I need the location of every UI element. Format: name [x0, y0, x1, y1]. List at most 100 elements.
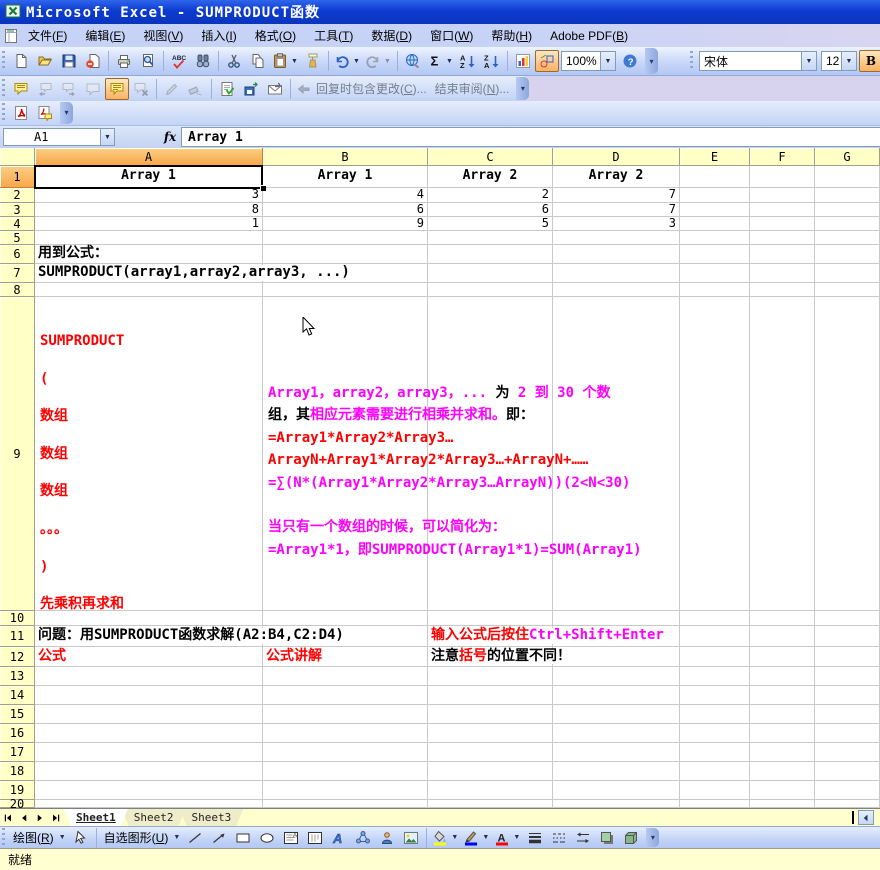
cell-A16[interactable] [35, 724, 263, 743]
cell-D17[interactable] [553, 743, 680, 762]
menu-item-window-menu[interactable]: 窗口(W) [421, 24, 482, 47]
row-header-4[interactable]: 4 [0, 217, 35, 231]
cell-C8[interactable] [428, 283, 553, 297]
line-color-button-dropdown-arrow[interactable]: ▼ [481, 834, 490, 841]
cell-D15[interactable] [553, 705, 680, 724]
fill-color-button-dropdown-arrow[interactable]: ▼ [450, 834, 459, 841]
cell-B10[interactable] [263, 611, 428, 626]
cell-B2[interactable]: 4 [263, 188, 428, 203]
cell-G19[interactable] [815, 781, 880, 800]
cell-B3[interactable]: 6 [263, 203, 428, 217]
cell-D18[interactable] [553, 762, 680, 781]
row-header-16[interactable]: 16 [0, 724, 35, 743]
cell-E11[interactable] [680, 626, 750, 647]
cell-F8[interactable] [750, 283, 815, 297]
cell-C12[interactable]: 注意括号的位置不同！ [428, 647, 553, 667]
row-header-18[interactable]: 18 [0, 762, 35, 781]
cell-A11[interactable]: 问题：用SUMPRODUCT函数求解(A2:B4,C2:D4) [35, 626, 263, 647]
reply-with-changes-button[interactable]: 回复时包含更改(C)... [294, 78, 431, 100]
ink-annotation-button[interactable] [160, 78, 184, 100]
paste-button-dropdown-arrow[interactable]: ▼ [290, 58, 299, 65]
row-header-10[interactable]: 10 [0, 611, 35, 626]
cut-button[interactable] [222, 50, 246, 72]
diagram-button[interactable] [351, 827, 375, 849]
name-box-dropdown[interactable]: ▼ [101, 128, 115, 146]
cell-G13[interactable] [815, 667, 880, 686]
tab-sheet2[interactable]: Sheet2 [122, 809, 186, 826]
cell-E5[interactable] [680, 231, 750, 245]
rectangle-button[interactable] [231, 827, 255, 849]
cell-G14[interactable] [815, 686, 880, 705]
cell-G4[interactable] [815, 217, 880, 231]
undo-button[interactable]: ▼ [332, 50, 363, 72]
menu-item-adobe-pdf[interactable]: Adobe PDF(B) [541, 26, 637, 46]
cell-A4[interactable]: 1 [35, 217, 263, 231]
cell-C6[interactable] [428, 245, 553, 264]
menu-item-tools[interactable]: 工具(T) [305, 24, 362, 47]
cell-C15[interactable] [428, 705, 553, 724]
cell-A6[interactable]: 用到公式： [35, 245, 263, 264]
format-painter-button[interactable] [301, 50, 325, 72]
menu-item-format[interactable]: 格式(O) [246, 24, 305, 47]
cell-F16[interactable] [750, 724, 815, 743]
vertical-text-box-button[interactable] [303, 827, 327, 849]
menu-item-view[interactable]: 视图(V) [134, 24, 192, 47]
cell-B4[interactable]: 9 [263, 217, 428, 231]
cell-E1[interactable] [680, 166, 750, 188]
cell-E4[interactable] [680, 217, 750, 231]
cell-E3[interactable] [680, 203, 750, 217]
toolbar-options-button[interactable]: ▾ [645, 48, 658, 74]
cell-C4[interactable]: 5 [428, 217, 553, 231]
cell-E14[interactable] [680, 686, 750, 705]
cell-B17[interactable] [263, 743, 428, 762]
cell-F20[interactable] [750, 800, 815, 808]
cell-A20[interactable] [35, 800, 263, 808]
row-header-9[interactable]: 9 [0, 297, 35, 611]
cell-E6[interactable] [680, 245, 750, 264]
cell-A7[interactable]: SUMPRODUCT(array1,array2,array3, ...) [35, 264, 263, 283]
cell-C14[interactable] [428, 686, 553, 705]
cell-G20[interactable] [815, 800, 880, 808]
cell-A9[interactable] [35, 297, 263, 611]
show-all-comments-button[interactable] [105, 78, 129, 100]
font-size-dropdown-arrow[interactable]: ▼ [841, 52, 856, 70]
shadow-style-button[interactable] [595, 827, 619, 849]
cell-A14[interactable] [35, 686, 263, 705]
cell-D19[interactable] [553, 781, 680, 800]
cell-F13[interactable] [750, 667, 815, 686]
next-comment-button[interactable] [57, 78, 81, 100]
cell-G16[interactable] [815, 724, 880, 743]
cell-C2[interactable]: 2 [428, 188, 553, 203]
cell-G18[interactable] [815, 762, 880, 781]
cell-C9[interactable] [428, 297, 553, 611]
new-document-button[interactable] [9, 50, 33, 72]
cell-G11[interactable] [815, 626, 880, 647]
cell-B6[interactable] [263, 245, 428, 264]
cell-B20[interactable] [263, 800, 428, 808]
column-header-F[interactable]: F [750, 148, 815, 166]
update-file-button[interactable] [215, 78, 239, 100]
cell-B13[interactable] [263, 667, 428, 686]
cell-F17[interactable] [750, 743, 815, 762]
row-header-7[interactable]: 7 [0, 264, 35, 283]
cell-A8[interactable] [35, 283, 263, 297]
cell-F19[interactable] [750, 781, 815, 800]
sort-ascending-button[interactable]: AZ [456, 50, 480, 72]
fill-color-button[interactable]: ▼ [430, 827, 461, 849]
cell-B14[interactable] [263, 686, 428, 705]
tab-sheet1[interactable]: Sheet1 [64, 809, 128, 826]
draw-menu-button[interactable]: 绘图(R)▼ [9, 827, 69, 849]
end-review-button[interactable]: 结束审阅(N)... [431, 78, 514, 100]
cell-F6[interactable] [750, 245, 815, 264]
cell-F11[interactable] [750, 626, 815, 647]
cell-G9[interactable] [815, 297, 880, 611]
chart-wizard-button[interactable] [511, 50, 535, 72]
cell-E9[interactable] [680, 297, 750, 611]
select-objects-button[interactable] [69, 827, 93, 849]
font-name-dropdown-arrow[interactable]: ▼ [801, 52, 816, 70]
cell-B15[interactable] [263, 705, 428, 724]
paste-button[interactable]: ▼ [270, 50, 301, 72]
cell-A10[interactable] [35, 611, 263, 626]
draw-menu-button-dropdown-arrow[interactable]: ▼ [58, 834, 67, 841]
cell-E12[interactable] [680, 647, 750, 667]
